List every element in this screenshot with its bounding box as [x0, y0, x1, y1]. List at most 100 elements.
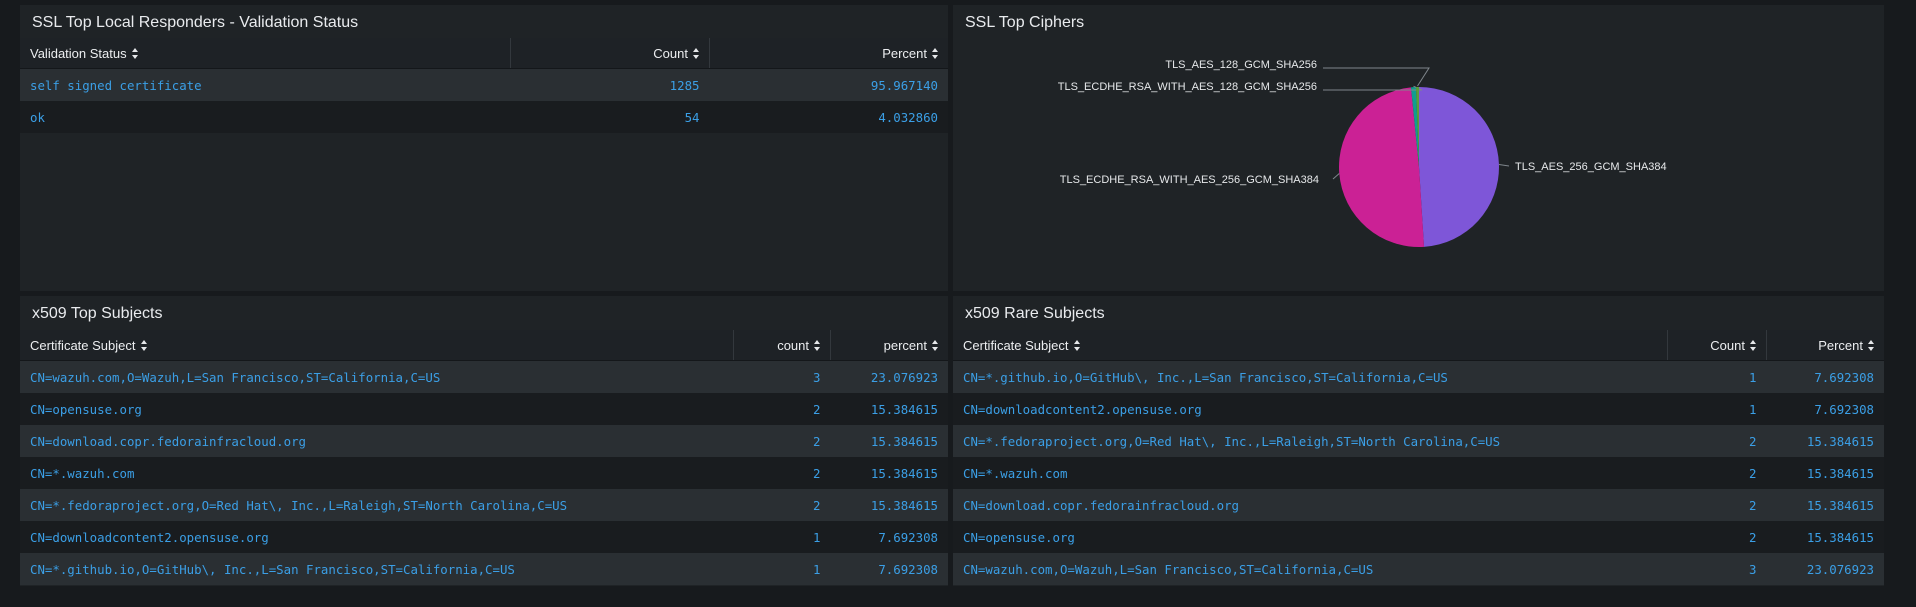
cell-percent[interactable]: 7.692308 — [1766, 393, 1884, 425]
cell-count[interactable]: 2 — [1667, 457, 1767, 489]
sort-icon — [1750, 339, 1756, 351]
cell-certificate-subject[interactable]: CN=wazuh.com,O=Wazuh,L=San Francisco,ST=… — [20, 360, 734, 393]
cell-certificate-subject[interactable]: CN=download.copr.fedorainfracloud.org — [20, 425, 734, 457]
cell-certificate-subject[interactable]: CN=*.github.io,O=GitHub\, Inc.,L=San Fra… — [20, 553, 734, 585]
table-row: CN=downloadcontent2.opensuse.org 1 7.69230… — [953, 393, 1884, 425]
table-row: CN=downloadcontent2.opensuse.org 1 7.69230… — [20, 521, 948, 553]
responders-table: Validation Status Count Percent self sig… — [20, 38, 948, 133]
column-header-percent[interactable]: percent — [830, 330, 948, 361]
cell-count[interactable]: 3 — [1667, 553, 1767, 585]
panel-x509-top-subjects: x509 Top Subjects Certificate Subject co… — [20, 296, 948, 586]
cell-certificate-subject[interactable]: CN=opensuse.org — [20, 393, 734, 425]
panel-title: x509 Rare Subjects — [965, 305, 1105, 322]
column-header-certificate-subject[interactable]: Certificate Subject — [953, 330, 1668, 361]
cell-percent[interactable]: 7.692308 — [830, 521, 948, 553]
cell-percent[interactable]: 15.384615 — [830, 393, 948, 425]
cell-count[interactable]: 2 — [1667, 521, 1767, 553]
cell-percent[interactable]: 15.384615 — [1766, 425, 1884, 457]
sort-icon — [140, 339, 147, 351]
table-row: self signed certificate 1285 95.967140 — [20, 68, 948, 101]
pie-slice-label: TLS_ECDHE_RSA_WITH_AES_128_GCM_SHA256 — [1058, 81, 1317, 93]
panel-ssl-responders: SSL Top Local Responders - Validation St… — [20, 5, 948, 291]
cell-validation-status[interactable]: self signed certificate — [20, 68, 511, 101]
pie-slice[interactable] — [1419, 87, 1499, 247]
sort-icon — [1868, 339, 1874, 351]
table-row: ok 54 4.032860 — [20, 101, 948, 133]
cell-percent[interactable]: 15.384615 — [830, 457, 948, 489]
table-row: CN=*.fedoraproject.org,O=Red Hat\, Inc.,… — [20, 489, 948, 521]
cell-count[interactable]: 1 — [1667, 360, 1767, 393]
ciphers-pie-chart: TLS_AES_256_GCM_SHA384 TLS_ECDHE_RSA_WITH… — [1058, 59, 1667, 247]
table-row: CN=*.fedoraproject.org,O=Red Hat\, Inc.,… — [953, 425, 1884, 457]
cell-certificate-subject[interactable]: CN=wazuh.com,O=Wazuh,L=San Francisco,ST=… — [953, 553, 1668, 585]
cell-percent[interactable]: 4.032860 — [709, 101, 948, 133]
table-row: CN=download.copr.fedorainfracloud.org 2 15… — [953, 489, 1884, 521]
cell-percent[interactable]: 15.384615 — [1766, 489, 1884, 521]
cell-certificate-subject[interactable]: CN=downloadcontent2.opensuse.org — [20, 521, 734, 553]
pie-slice[interactable] — [1339, 87, 1425, 247]
table-row: CN=*.wazuh.com 2 15.384615 — [20, 457, 948, 489]
column-header-validation-status[interactable]: Validation Status — [20, 38, 511, 69]
cell-certificate-subject[interactable]: CN=*.fedoraproject.org,O=Red Hat\, Inc.,… — [953, 425, 1668, 457]
table-row: CN=opensuse.org 2 15.384615 — [953, 521, 1884, 553]
cell-percent[interactable]: 23.076923 — [1766, 553, 1884, 585]
cell-percent[interactable]: 7.692308 — [830, 553, 948, 585]
sort-icon — [932, 47, 938, 59]
column-header-percent[interactable]: Percent — [1766, 330, 1884, 361]
pie-slice-label: TLS_ECDHE_RSA_WITH_AES_256_GCM_SHA384 — [1060, 174, 1319, 186]
pie-leader-line — [1332, 173, 1340, 180]
cell-certificate-subject[interactable]: CN=downloadcontent2.opensuse.org — [953, 393, 1668, 425]
cell-count[interactable]: 1 — [733, 553, 831, 585]
cell-count[interactable]: 2 — [733, 393, 831, 425]
pie-slice-label: TLS_AES_256_GCM_SHA384 — [1515, 161, 1667, 173]
cell-certificate-subject[interactable]: CN=download.copr.fedorainfracloud.org — [953, 489, 1668, 521]
cell-certificate-subject[interactable]: CN=opensuse.org — [953, 521, 1668, 553]
sort-icon — [1073, 339, 1080, 351]
cell-percent[interactable]: 15.384615 — [1766, 521, 1884, 553]
sort-icon — [693, 47, 699, 59]
cell-percent[interactable]: 15.384615 — [830, 489, 948, 521]
sort-icon — [131, 47, 138, 59]
panel-title: x509 Top Subjects — [32, 305, 163, 322]
cell-count[interactable]: 1285 — [510, 68, 710, 101]
cell-count[interactable]: 2 — [733, 457, 831, 489]
table-row: CN=wazuh.com,O=Wazuh,L=San Francisco,ST=… — [20, 360, 948, 393]
cell-count[interactable]: 1 — [733, 521, 831, 553]
cell-count[interactable]: 2 — [1667, 425, 1767, 457]
column-header-count[interactable]: count — [733, 330, 831, 361]
table-row: CN=*.github.io,O=GitHub\, Inc.,L=San Fra… — [953, 360, 1884, 393]
cell-count[interactable]: 3 — [733, 360, 831, 393]
pie-leader-line — [1498, 163, 1510, 167]
sort-icon — [932, 339, 938, 351]
cell-count[interactable]: 2 — [1667, 489, 1767, 521]
cell-count[interactable]: 54 — [510, 101, 710, 133]
pie-leader-line — [1323, 67, 1430, 87]
cell-percent[interactable]: 23.076923 — [830, 360, 948, 393]
rare-subjects-table: Certificate Subject Count Percent CN=*.g… — [953, 330, 1884, 585]
cell-percent[interactable]: 95.967140 — [709, 68, 948, 101]
cell-certificate-subject[interactable]: CN=*.github.io,O=GitHub\, Inc.,L=San Fra… — [953, 360, 1668, 393]
cell-certificate-subject[interactable]: CN=*.wazuh.com — [953, 457, 1668, 489]
top-subjects-table: Certificate Subject count percent CN=waz… — [20, 330, 948, 585]
cell-count[interactable]: 2 — [733, 425, 831, 457]
panel-title: SSL Top Local Responders - Validation St… — [32, 14, 359, 31]
cell-percent[interactable]: 15.384615 — [1766, 457, 1884, 489]
column-header-percent[interactable]: Percent — [709, 38, 948, 69]
column-header-count[interactable]: Count — [1667, 330, 1767, 361]
cell-count[interactable]: 2 — [733, 489, 831, 521]
table-row: CN=download.copr.fedorainfracloud.org 2 15… — [20, 425, 948, 457]
cell-percent[interactable]: 7.692308 — [1766, 360, 1884, 393]
sort-icon — [814, 339, 820, 351]
table-row: CN=wazuh.com,O=Wazuh,L=San Francisco,ST=… — [953, 553, 1884, 585]
panel-ssl-ciphers: SSL Top Ciphers TLS_AES_256_GCM_SHA384 TL… — [953, 5, 1884, 291]
table-row: CN=*.github.io,O=GitHub\, Inc.,L=San Fra… — [20, 553, 948, 585]
cell-certificate-subject[interactable]: CN=*.wazuh.com — [20, 457, 734, 489]
cell-validation-status[interactable]: ok — [20, 101, 511, 133]
table-row: CN=opensuse.org 2 15.384615 — [20, 393, 948, 425]
pie-slice-label: TLS_AES_128_GCM_SHA256 — [1165, 59, 1317, 71]
cell-count[interactable]: 1 — [1667, 393, 1767, 425]
column-header-count[interactable]: Count — [510, 38, 710, 69]
cell-percent[interactable]: 15.384615 — [830, 425, 948, 457]
column-header-certificate-subject[interactable]: Certificate Subject — [20, 330, 734, 361]
cell-certificate-subject[interactable]: CN=*.fedoraproject.org,O=Red Hat\, Inc.,… — [20, 489, 734, 521]
